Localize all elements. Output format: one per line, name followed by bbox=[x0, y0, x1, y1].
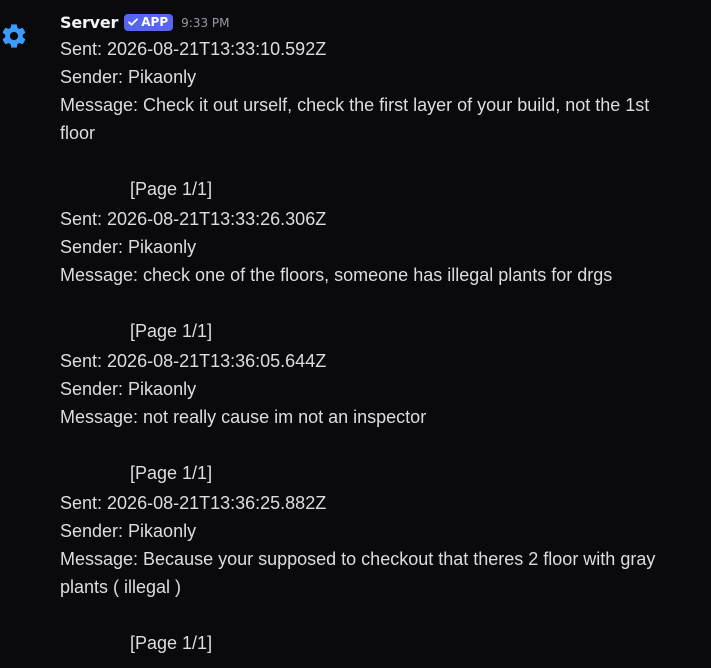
sent-line: Sent: 2026-08-21T13:36:25.882Z bbox=[60, 493, 327, 513]
sent-line: Sent: 2026-08-21T13:33:26.306Z bbox=[60, 209, 327, 229]
avatar[interactable] bbox=[0, 22, 28, 50]
message-timestamp[interactable]: 9:33 PM bbox=[181, 16, 229, 30]
sender-line: Sender: Pikaonly bbox=[60, 237, 197, 257]
message-header: Server APP 9:33 PM bbox=[60, 10, 230, 34]
chat-message: Server APP 9:33 PM Sent: 2026-08-21T13:3… bbox=[0, 0, 711, 668]
page-indicator: [Page 1/1] bbox=[130, 179, 213, 199]
app-badge: APP bbox=[124, 13, 174, 31]
relayed-entry: Sent: 2026-08-21T13:33:10.592Z Sender: P… bbox=[60, 35, 660, 203]
message-line: Message: Because your supposed to checko… bbox=[60, 549, 656, 597]
relayed-entry: Sent: 2026-08-21T13:36:25.882Z Sender: P… bbox=[60, 489, 660, 657]
sent-line: Sent: 2026-08-21T13:36:05.644Z bbox=[60, 351, 327, 371]
checkmark-icon bbox=[128, 18, 139, 26]
sender-line: Sender: Pikaonly bbox=[60, 67, 197, 87]
page-indicator: [Page 1/1] bbox=[130, 463, 213, 483]
message-line: Message: Check it out urself, check the … bbox=[60, 95, 650, 143]
app-badge-label: APP bbox=[141, 14, 169, 29]
relayed-entry: Sent: 2026-08-21T13:36:05.644Z Sender: P… bbox=[60, 347, 660, 487]
message-line: Message: check one of the floors, someon… bbox=[60, 265, 613, 285]
relayed-entry: Sent: 2026-08-21T13:33:26.306Z Sender: P… bbox=[60, 205, 660, 345]
sender-line: Sender: Pikaonly bbox=[60, 521, 197, 541]
page-indicator: [Page 1/1] bbox=[130, 321, 213, 341]
sender-line: Sender: Pikaonly bbox=[60, 379, 197, 399]
message-content: Sent: 2026-08-21T13:33:10.592Z Sender: P… bbox=[60, 35, 660, 657]
gear-icon bbox=[2, 24, 26, 48]
sent-line: Sent: 2026-08-21T13:33:10.592Z bbox=[60, 39, 327, 59]
author-name[interactable]: Server bbox=[60, 13, 118, 32]
page-indicator: [Page 1/1] bbox=[130, 633, 213, 653]
message-line: Message: not really cause im not an insp… bbox=[60, 407, 427, 427]
